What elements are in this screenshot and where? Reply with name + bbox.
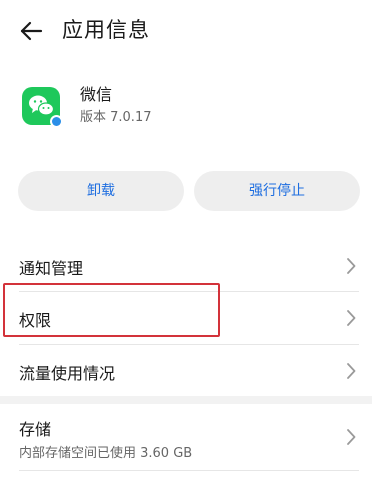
- action-buttons: 卸载 强行停止: [18, 171, 360, 211]
- section-separator: [0, 396, 372, 404]
- force-stop-button[interactable]: 强行停止: [194, 171, 360, 211]
- arrow-left-icon: [20, 21, 43, 41]
- chevron-right-icon: [347, 258, 356, 274]
- settings-item-label: 通知管理: [19, 259, 84, 278]
- page-title: 应用信息: [62, 18, 150, 42]
- settings-item-label: 权限: [19, 311, 52, 330]
- storage-label: 存储: [19, 420, 52, 439]
- app-name: 微信: [80, 85, 113, 104]
- uninstall-button[interactable]: 卸载: [18, 171, 184, 211]
- settings-item-label: 流量使用情况: [19, 364, 116, 383]
- security-badge-icon: [50, 115, 63, 128]
- settings-item-permissions[interactable]: 权限: [0, 292, 372, 342]
- back-button[interactable]: [14, 14, 50, 48]
- chevron-right-icon: [347, 429, 356, 445]
- top-app-bar: 应用信息: [0, 0, 372, 62]
- settings-item-notifications[interactable]: 通知管理: [0, 242, 372, 290]
- app-version: 版本 7.0.17: [80, 110, 152, 125]
- wechat-icon: [22, 87, 63, 128]
- settings-item-data-usage[interactable]: 流量使用情况: [0, 345, 372, 395]
- chevron-right-icon: [347, 310, 356, 326]
- settings-item-storage[interactable]: 存储 内部存储空间已使用 3.60 GB: [0, 404, 372, 470]
- divider: [19, 470, 359, 471]
- chevron-right-icon: [347, 363, 356, 379]
- storage-usage-detail: 内部存储空间已使用 3.60 GB: [19, 446, 193, 461]
- app-header: 微信 版本 7.0.17: [0, 78, 372, 138]
